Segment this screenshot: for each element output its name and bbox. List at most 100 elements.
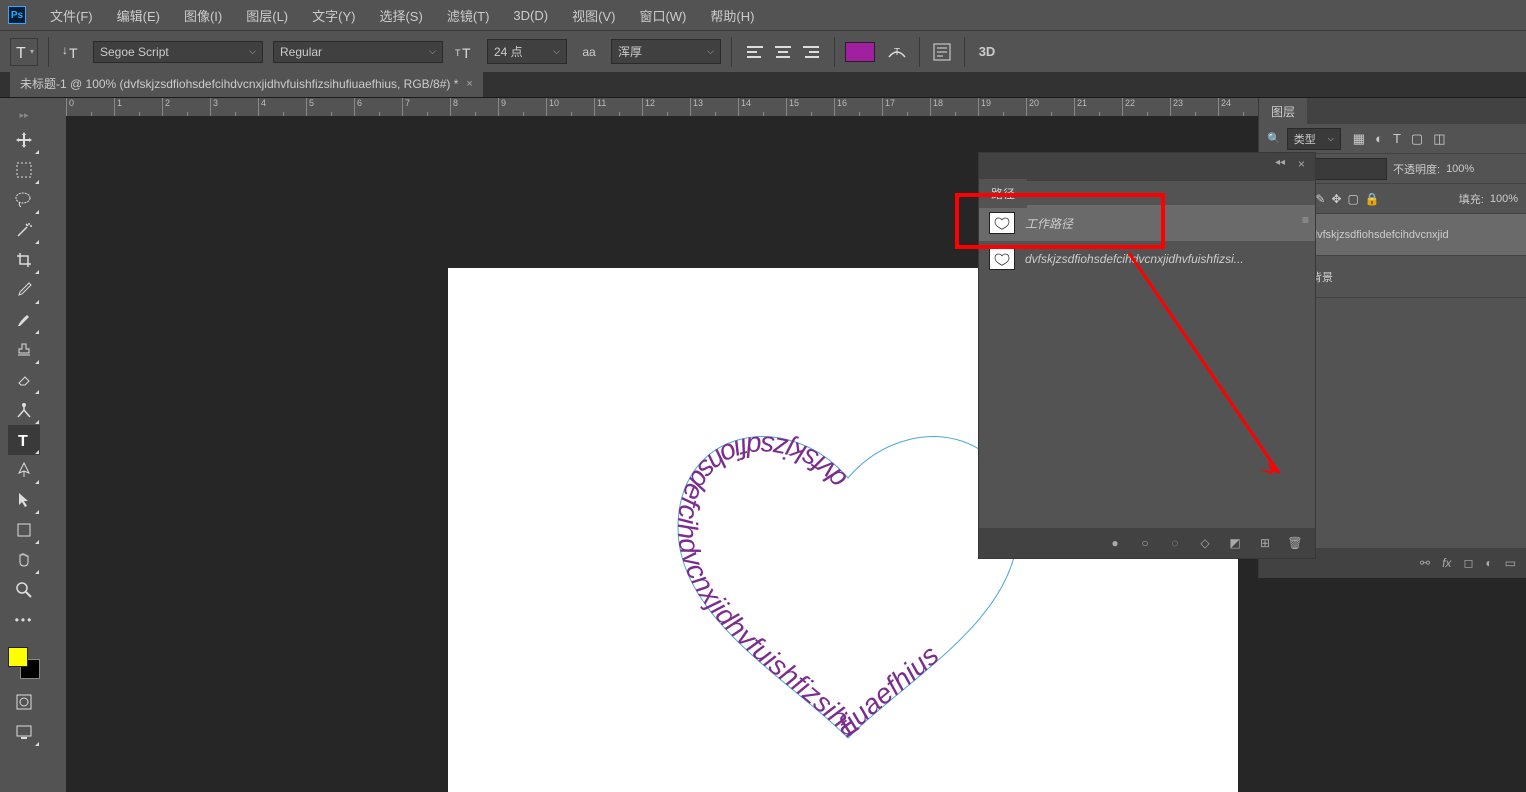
ps-logo: Ps (8, 6, 26, 24)
font-style-dropdown[interactable]: Regular⌵ (273, 41, 443, 63)
menu-edit[interactable]: 编辑(E) (107, 2, 170, 29)
toolbar-grip[interactable]: ▸▸ (19, 110, 28, 121)
shapes-tool[interactable] (8, 515, 40, 545)
layer-name: dvfskjzsdfiohsdefcihdvcnxjid (1311, 229, 1449, 241)
svg-text:T: T (16, 45, 26, 60)
add-mask-icon[interactable]: ◩ (1227, 535, 1243, 551)
crop-tool[interactable] (8, 245, 40, 275)
svg-text:T: T (462, 45, 471, 61)
eraser-tool[interactable] (8, 365, 40, 395)
path-select-tool[interactable] (8, 485, 40, 515)
delete-path-icon[interactable]: 🗑 (1287, 535, 1303, 551)
more-tools[interactable]: ••• (8, 605, 40, 635)
font-family-dropdown[interactable]: Segoe Script⌵ (93, 41, 263, 63)
filter-type-icon[interactable]: T (1393, 131, 1401, 147)
filter-smart-icon[interactable]: ◫ (1433, 131, 1445, 147)
svg-text:↓: ↓ (62, 43, 68, 57)
close-tab-icon[interactable]: × (466, 78, 472, 90)
font-family-value: Segoe Script (100, 45, 169, 59)
align-left-icon[interactable] (742, 41, 768, 63)
lock-position-icon[interactable]: ✎ (1315, 192, 1325, 206)
menu-bar: Ps 文件(F) 编辑(E) 图像(I) 图层(L) 文字(Y) 选择(S) 滤… (0, 0, 1526, 30)
filter-adjust-icon[interactable]: ◐ (1375, 131, 1383, 147)
fill-path-icon[interactable]: ● (1107, 535, 1123, 551)
magic-wand-tool[interactable] (8, 215, 40, 245)
menu-filter[interactable]: 滤镜(T) (437, 2, 500, 29)
brush-tool[interactable] (8, 305, 40, 335)
link-layers-icon[interactable]: ⚯ (1420, 556, 1430, 570)
menu-view[interactable]: 视图(V) (562, 2, 625, 29)
font-size-value: 24 点 (494, 43, 523, 60)
fx-icon[interactable]: fx (1442, 556, 1451, 570)
hand-tool[interactable] (8, 545, 40, 575)
opacity-label: 不透明度: (1393, 161, 1440, 177)
panel-menu-icon[interactable]: ≡ (1302, 213, 1309, 227)
3d-icon[interactable]: 3D (975, 40, 999, 64)
menu-file[interactable]: 文件(F) (40, 2, 103, 29)
zoom-tool[interactable] (8, 575, 40, 605)
quick-mask-tool[interactable] (8, 687, 40, 717)
menu-select[interactable]: 选择(S) (369, 2, 432, 29)
screen-mode-tool[interactable] (8, 717, 40, 747)
tools-panel: ▸▸ T ••• (0, 98, 48, 792)
panel-collapse-icon[interactable]: ◂◂ (1275, 157, 1285, 168)
selection-to-path-icon[interactable]: ◇ (1197, 535, 1213, 551)
font-size-dropdown[interactable]: 24 点⌵ (487, 39, 567, 64)
eyedropper-tool[interactable] (8, 275, 40, 305)
panel-close-icon[interactable]: × (1298, 157, 1305, 171)
lasso-tool[interactable] (8, 185, 40, 215)
document-tab[interactable]: 未标题-1 @ 100% (dvfskjzsdfiohsdefcihdvcnxj… (10, 68, 483, 97)
path-item-text[interactable]: dvfskjzsdfiohsdefcihdvcnxjidhvfuishfizsi… (979, 241, 1315, 277)
aa-dropdown[interactable]: 浑厚⌵ (611, 39, 721, 64)
text-orientation-icon[interactable]: ↓T (59, 40, 83, 64)
vertical-ruler[interactable] (48, 116, 66, 792)
aa-icon: aa (577, 40, 601, 64)
char-panel-icon[interactable] (930, 40, 954, 64)
filter-shape-icon[interactable]: ▢ (1411, 131, 1423, 147)
lock-move-icon[interactable]: ✥ (1331, 192, 1341, 206)
options-bar: T ▾ ↓T Segoe Script⌵ Regular⌵ TT 24 点⌵ a… (0, 30, 1526, 72)
align-group (742, 41, 824, 63)
new-path-icon[interactable]: ⊞ (1257, 535, 1273, 551)
stroke-path-icon[interactable]: ○ (1137, 535, 1153, 551)
opacity-value[interactable]: 100% (1446, 163, 1474, 175)
stamp-tool[interactable] (8, 335, 40, 365)
menu-type[interactable]: 文字(Y) (302, 2, 365, 29)
filter-pixel-icon[interactable]: ▦ (1353, 131, 1365, 147)
group-icon[interactable]: ▭ (1505, 556, 1516, 570)
path-to-selection-icon[interactable]: ◌ (1167, 535, 1183, 551)
menu-3d[interactable]: 3D(D) (503, 4, 558, 27)
svg-text:T: T (894, 47, 900, 58)
align-center-icon[interactable] (770, 41, 796, 63)
warp-text-icon[interactable]: T (885, 40, 909, 64)
adjustment-icon[interactable]: ◐ (1485, 556, 1492, 570)
paths-tab[interactable]: 路径 (979, 179, 1027, 208)
fill-label: 填充: (1459, 191, 1484, 207)
menu-layer[interactable]: 图层(L) (236, 2, 298, 29)
svg-text:dvfskjzsdfiohsdefcihdvcnxjidhv: dvfskjzsdfiohsdefcihdvcnxjidhvfuishfizsi… (672, 430, 945, 744)
menu-window[interactable]: 窗口(W) (629, 2, 696, 29)
align-right-icon[interactable] (798, 41, 824, 63)
tool-preset-icon[interactable]: T ▾ (10, 38, 38, 66)
layers-tab[interactable]: 图层 (1259, 98, 1307, 125)
pen-tool[interactable] (8, 455, 40, 485)
lock-all-icon[interactable]: 🔒 (1365, 192, 1380, 206)
foreground-color[interactable] (8, 647, 28, 667)
fill-value[interactable]: 100% (1490, 193, 1518, 205)
menu-image[interactable]: 图像(I) (174, 2, 232, 29)
text-color-swatch[interactable] (845, 42, 875, 62)
gradient-tool[interactable] (8, 395, 40, 425)
font-size-icon: TT (453, 40, 477, 64)
path-name: 工作路径 (1025, 215, 1073, 232)
path-item-work[interactable]: 工作路径 (979, 205, 1315, 241)
move-tool[interactable] (8, 125, 40, 155)
paths-panel: ◂◂ × 路径 ≡ 工作路径 dvfskjzsdfiohsdefcihdvcnx… (978, 152, 1316, 559)
mask-icon[interactable]: ◻ (1463, 556, 1473, 570)
marquee-tool[interactable] (8, 155, 40, 185)
color-picker[interactable] (8, 647, 40, 679)
menu-help[interactable]: 帮助(H) (700, 2, 764, 29)
type-tool[interactable]: T (8, 425, 40, 455)
document-tab-bar: 未标题-1 @ 100% (dvfskjzsdfiohsdefcihdvcnxj… (0, 72, 1526, 98)
layer-kind-dropdown[interactable]: 类型⌵ (1287, 128, 1341, 150)
lock-artboard-icon[interactable]: ▢ (1348, 192, 1359, 206)
